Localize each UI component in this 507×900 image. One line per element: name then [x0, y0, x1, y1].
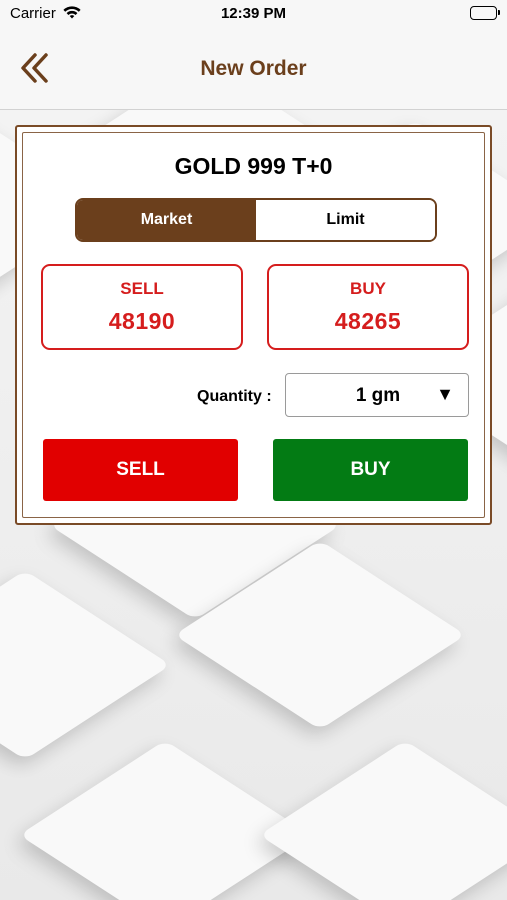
nav-bar: New Order: [0, 28, 507, 110]
sell-price-box: SELL 48190: [41, 264, 243, 350]
sell-price-label: SELL: [120, 279, 164, 298]
instrument-title: GOLD 999 T+0: [174, 153, 333, 179]
battery-icon: [470, 6, 500, 20]
buy-price-value: 48265: [334, 308, 402, 334]
quantity-label: Quantity :: [197, 388, 272, 405]
tab-market[interactable]: Market: [77, 200, 256, 240]
quantity-dropdown[interactable]: 1 gm ▼: [285, 373, 469, 417]
order-card-inner: GOLD 999 T+0 Market Limit SELL 48190 BUY…: [22, 132, 485, 518]
dropdown-arrow-icon: ▼: [436, 384, 454, 404]
buy-price-box: BUY 48265: [267, 264, 469, 350]
order-type-toggle: Market Limit: [75, 198, 437, 242]
page-title: New Order: [200, 57, 307, 80]
buy-button[interactable]: BUY: [273, 439, 468, 501]
buy-price-label: BUY: [350, 279, 386, 298]
status-bar: Carrier 12:39 PM: [0, 0, 507, 28]
clock: 12:39 PM: [220, 5, 287, 22]
tab-limit[interactable]: Limit: [256, 200, 435, 240]
order-card: GOLD 999 T+0 Market Limit SELL 48190 BUY…: [15, 125, 492, 525]
sell-button[interactable]: SELL: [43, 439, 238, 501]
sell-price-value: 48190: [108, 308, 176, 334]
